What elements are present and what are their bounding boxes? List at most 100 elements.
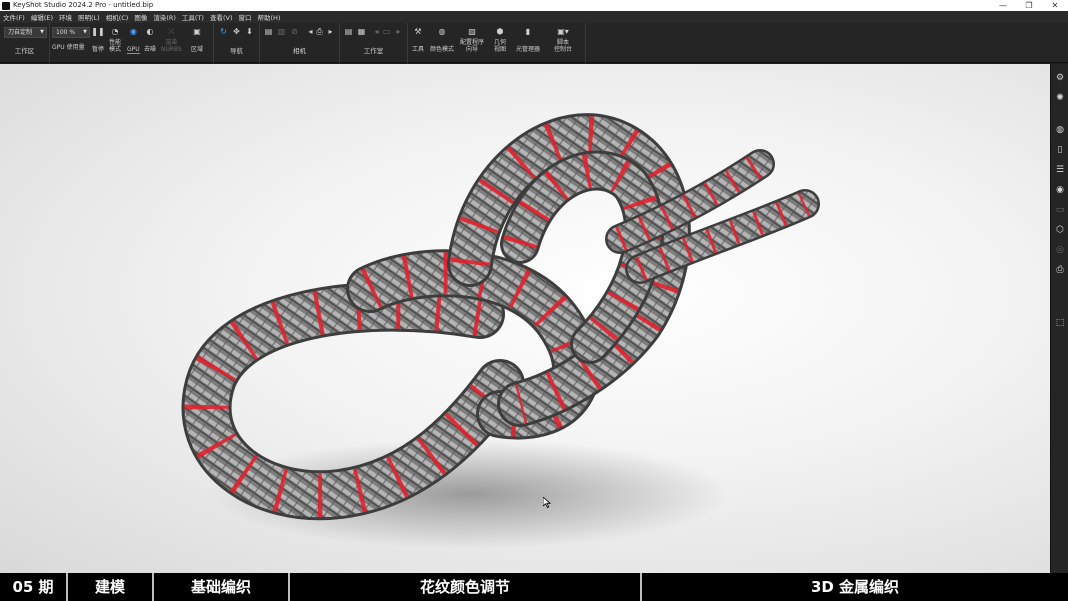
studio-copy-button[interactable]: ▦	[357, 27, 366, 38]
camera-prev-button[interactable]: ◂	[306, 27, 315, 38]
gpu-icon: ◉	[129, 27, 137, 36]
render-icon[interactable]: ◉	[1054, 184, 1066, 196]
denoise-icon: ◐	[146, 27, 154, 36]
menu-camera[interactable]: 相机(C)	[106, 12, 129, 22]
script-console-button[interactable]: ▣▾ 脚本 控制台	[554, 27, 572, 54]
camera-add-icon: ▤	[264, 27, 273, 36]
studio-group: ▤ ▦ ◂ ▭ ▸ 工作室	[340, 23, 408, 63]
zoom-value: 100 %	[56, 29, 76, 36]
palette-icon: ◍	[438, 27, 446, 36]
render-viewport[interactable]	[0, 64, 1050, 573]
camera-link-button[interactable]: ⊘	[290, 27, 299, 38]
tools-group: ⚒ 工具 ◍ 颜色模式 ▨ 配置程序 向导 ⬢ 几何 视图 ▮ 光管理器 ▣▾ …	[408, 23, 586, 63]
gpu-usage-button[interactable]: GPU 使用量	[52, 44, 85, 51]
hdri-icon[interactable]: ◎	[1054, 244, 1066, 256]
studio-select-button[interactable]: ▭	[382, 27, 391, 38]
link-icon: ⊘	[291, 27, 298, 36]
caption-episode: 05 期	[0, 573, 68, 601]
tools-button[interactable]: ⚒ 工具	[412, 27, 424, 54]
geometry-view-button[interactable]: ⬢ 几何 视图	[494, 27, 506, 54]
chevron-down-icon: ▼	[83, 29, 87, 35]
settings-gear-icon[interactable]: ✺	[1054, 92, 1066, 104]
gpu-toggle-button[interactable]: ◉ GPU	[127, 27, 140, 54]
region-select-icon[interactable]: ⬚	[1054, 317, 1066, 329]
materials-icon[interactable]: ◍	[1054, 124, 1066, 136]
camera-icon[interactable]: ⎙	[1054, 264, 1066, 276]
maximize-button[interactable]: ❐	[1016, 0, 1042, 11]
workspace-dropdown[interactable]: 刀自定制 ▼	[4, 27, 47, 38]
performance-mode-button[interactable]: ◔ 性能 模式	[109, 27, 122, 54]
menu-lighting[interactable]: 照明(L)	[78, 12, 100, 22]
camera-copy-icon: ▥	[277, 27, 286, 36]
tools-icon: ⚒	[414, 27, 422, 36]
light-bulb-icon: ▮	[525, 27, 531, 36]
studio-label: 工作室	[363, 47, 384, 55]
configurator-wizard-button[interactable]: ▨ 配置程序 向导	[460, 27, 485, 54]
region-button[interactable]: ▣ 区域	[191, 27, 203, 54]
dolly-button[interactable]: ⬇	[245, 27, 254, 38]
caption-pattern-color: 花纹颜色调节	[290, 573, 642, 601]
camera-copy-button[interactable]: ▥	[277, 27, 286, 38]
camera-next-button[interactable]: ▸	[326, 27, 335, 38]
minimize-button[interactable]: —	[990, 0, 1016, 11]
menu-edit[interactable]: 编辑(E)	[31, 12, 53, 22]
camera-label: 相机	[293, 47, 306, 55]
menu-image[interactable]: 图像	[134, 12, 147, 22]
zoom-dropdown[interactable]: 100 % ▼	[52, 27, 90, 38]
studio-add-button[interactable]: ▤	[344, 27, 353, 38]
camera-select-button[interactable]: ⎙	[315, 27, 324, 38]
studio-add-icon: ▤	[344, 27, 353, 36]
menu-window[interactable]: 窗口	[239, 12, 252, 22]
caption-basic-weave: 基础编织	[154, 573, 290, 601]
chevron-right-icon: ▸	[328, 27, 333, 36]
region-icon: ▣	[193, 27, 201, 36]
camera-add-button[interactable]: ▤	[264, 27, 273, 38]
performance-mode-label: 性能 模式	[109, 39, 122, 53]
pan-button[interactable]: ✥	[232, 27, 241, 38]
pause-button[interactable]: ❚❚ 暂停	[91, 27, 105, 54]
studio-prev-button[interactable]: ◂	[372, 27, 381, 38]
wizard-icon: ▨	[468, 27, 476, 36]
project-icon[interactable]: ⚙	[1054, 72, 1066, 84]
menu-file[interactable]: 文件(F)	[3, 12, 25, 22]
close-button[interactable]: ✕	[1042, 0, 1068, 11]
gpu-usage-label: GPU 使用量	[52, 44, 85, 51]
color-mode-button[interactable]: ◍ 颜色模式	[430, 27, 454, 54]
studio-next-button[interactable]: ▸	[394, 27, 403, 38]
chevron-down-icon: ▼	[40, 29, 44, 35]
menu-environment[interactable]: 环境	[59, 12, 72, 22]
light-manager-button[interactable]: ▮ 光管理器	[516, 27, 540, 54]
script-console-icon: ▣▾	[557, 27, 569, 36]
chevron-left-icon: ◂	[374, 27, 379, 36]
mouse-cursor-icon	[543, 497, 551, 508]
menu-view[interactable]: 查看(V)	[210, 12, 233, 22]
render-nurbs-button[interactable]: ⤫ 渲染 NURBS	[161, 27, 182, 54]
braided-rope-knot-render	[181, 113, 820, 549]
orbit-button[interactable]: ↻	[219, 27, 228, 38]
keyshot-window: KeyShot Studio 2024.2 Pro - untitled.bip…	[0, 0, 1068, 601]
video-caption-bar: 05 期 建模 基础编织 花纹颜色调节 3D 金属编织	[0, 573, 1068, 601]
workspace-label: 工作区	[14, 47, 35, 55]
title-bar: KeyShot Studio 2024.2 Pro - untitled.bip…	[0, 0, 1068, 11]
denoise-button[interactable]: ◐ 去噪	[144, 27, 156, 54]
menu-bar: 文件(F) 编辑(E) 环境 照明(L) 相机(C) 图像 渲染(R) 工具(T…	[0, 11, 1068, 23]
navigation-label: 导航	[230, 47, 243, 55]
right-side-panel: ⚙ ✺ ◍ ▯ ☰ ◉ ▭ ⬡ ◎ ⎙ ⬚	[1050, 64, 1068, 573]
menu-tools[interactable]: 工具(T)	[182, 12, 204, 22]
library-icon[interactable]: ▯	[1054, 144, 1066, 156]
keyshot-logo-icon	[2, 1, 10, 10]
scene-tree-icon[interactable]: ☰	[1054, 164, 1066, 176]
navigation-group: ↻ ✥ ⬇ 导航	[214, 23, 260, 63]
gpu-label: GPU	[127, 46, 140, 54]
workspace-group: 刀自定制 ▼ 工作区	[0, 23, 50, 63]
menu-help[interactable]: 帮助(H)	[258, 12, 281, 22]
pause-label: 暂停	[92, 46, 105, 53]
rope-loop-left	[181, 281, 525, 521]
pause-icon: ❚❚	[91, 27, 105, 36]
cube-icon[interactable]: ⬡	[1054, 224, 1066, 236]
monitor-icon[interactable]: ▭	[1054, 204, 1066, 216]
menu-render[interactable]: 渲染(R)	[153, 12, 176, 22]
ribbon-toolbar: 刀自定制 ▼ 工作区 100 % ▼ GPU 使用量 ❚❚ 暂停 ◔ 性能 模式	[0, 23, 1068, 63]
configurator-wizard-label: 配置程序 向导	[460, 39, 485, 53]
window-title: KeyShot Studio 2024.2 Pro - untitled.bip	[13, 1, 154, 9]
